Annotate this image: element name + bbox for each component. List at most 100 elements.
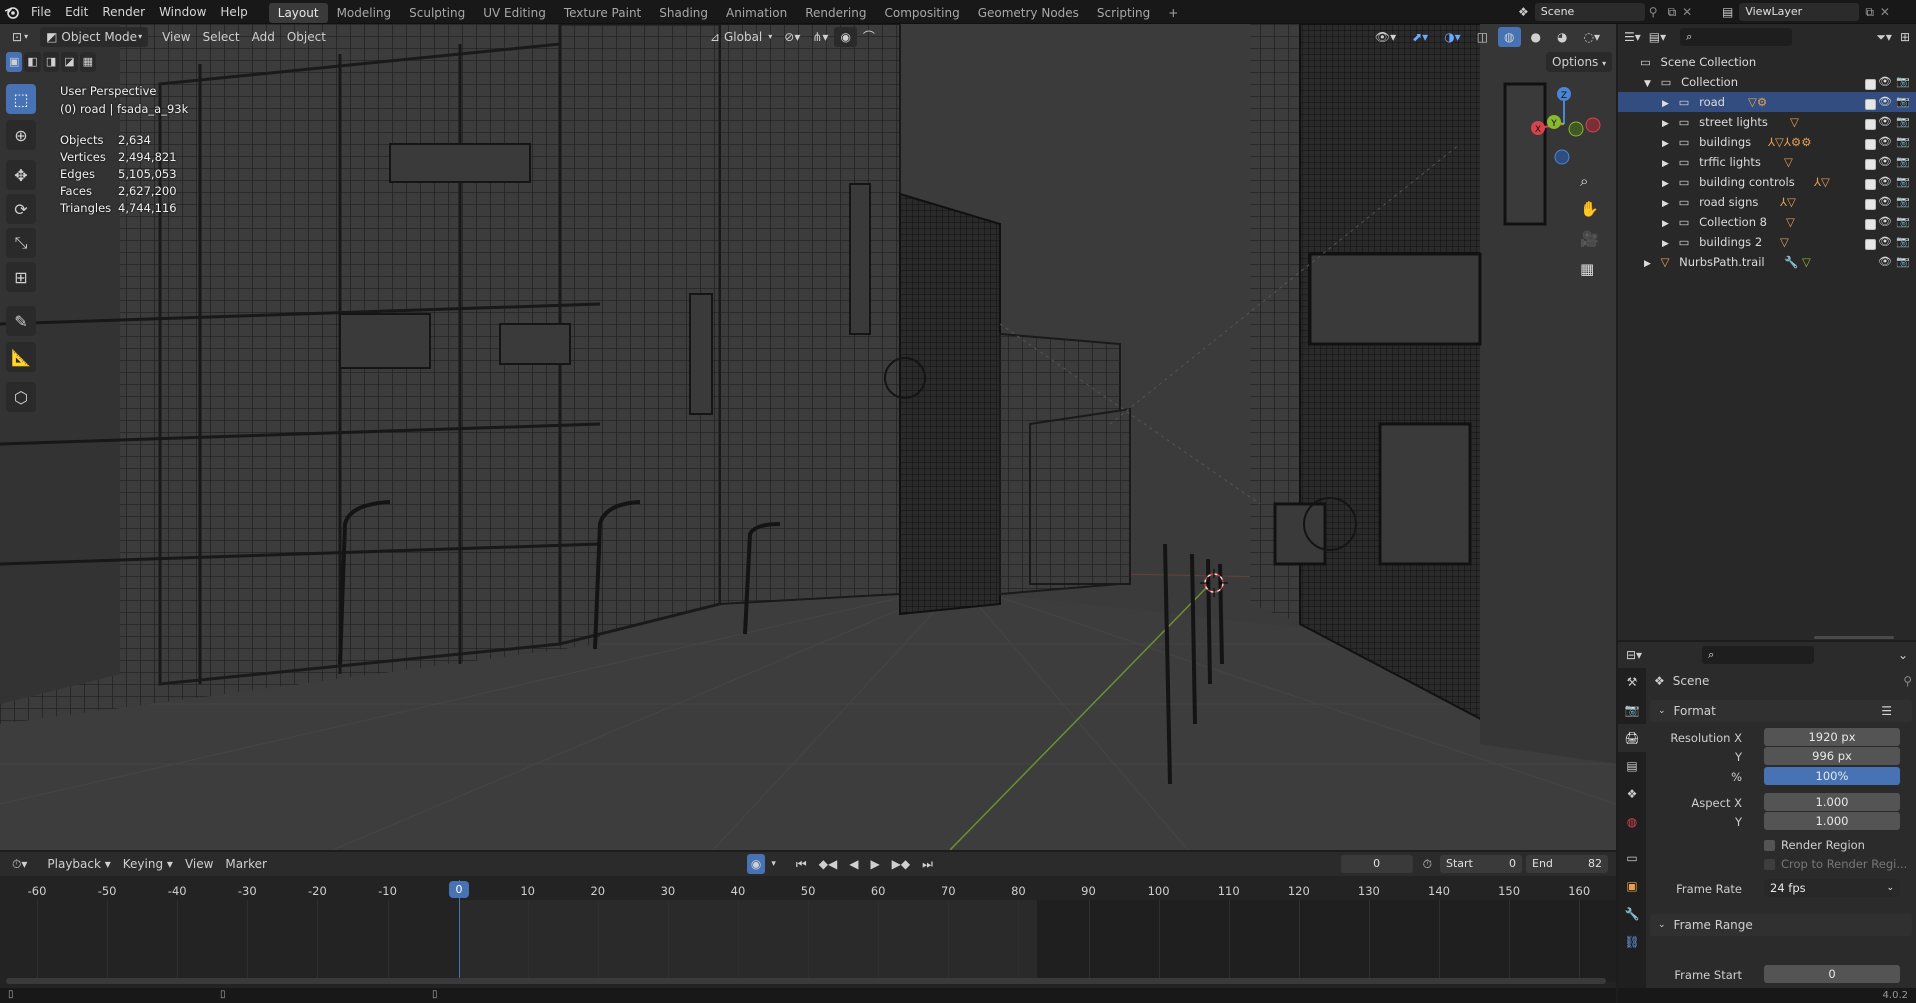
expand-down-icon[interactable]: ▼ [1644,79,1651,89]
rotate-tool-icon[interactable]: ⟳ [6,194,36,224]
scene-selector[interactable]: ❖ Scene ⚲ ⧉ ✕ [1518,2,1692,22]
new-collection-icon[interactable]: ⊞ [1900,30,1910,44]
next-keyframe-icon[interactable]: ▶◆ [886,854,916,874]
eye-icon[interactable]: 👁 [1878,112,1892,132]
rendered-shading-icon[interactable]: ◌▾ [1578,27,1607,47]
select-intersect-icon[interactable]: ▦ [79,52,97,72]
playhead-frame-indicator[interactable]: 0 [449,881,469,898]
menu-render[interactable]: Render [95,0,152,24]
view-layer-selector[interactable]: ▤ ViewLayer ⧉ ✕ [1722,2,1890,22]
properties-editor-icon[interactable]: ⊟▾ [1626,648,1642,662]
display-mode-icon[interactable]: ▤▾ [1649,30,1666,44]
object-tab-icon[interactable]: ▣ [1618,872,1646,900]
material-shading-icon[interactable]: ◕ [1551,27,1573,47]
jump-start-icon[interactable]: ⏮ [790,854,813,874]
timeline-editor-icon[interactable]: ⏱▾ [6,854,33,874]
close-icon[interactable]: ✕ [1880,5,1890,19]
outliner-item-street-lights[interactable]: ▶ ▭ street lights ▽ 👁 📷 [1618,112,1916,132]
presets-icon[interactable]: ☰ [1881,704,1892,718]
scene-name-field[interactable]: Scene [1534,3,1645,21]
new-view-layer-icon[interactable]: ⧉ [1865,5,1874,20]
transform-orientation-dropdown[interactable]: ⊿ Global ▾ [704,27,778,47]
expand-right-icon[interactable]: ▶ [1662,99,1669,109]
pin-icon[interactable]: ⚲ [1903,674,1912,688]
expand-right-icon[interactable]: ▶ [1662,239,1669,249]
outliner-item-building-controls[interactable]: ▶ ▭ building controls ⅄▽ 👁 📷 [1618,172,1916,192]
view-layer-tab-icon[interactable]: ▤ [1618,752,1646,780]
tab-geometry-nodes[interactable]: Geometry Nodes [969,3,1088,23]
render-camera-icon[interactable]: 📷 [1896,152,1910,172]
visibility-icon[interactable]: 👁▾ [1369,27,1402,47]
select-subtract-icon[interactable]: ◨ [42,52,60,72]
expand-right-icon[interactable]: ▶ [1662,159,1669,169]
outliner-item-road-signs[interactable]: ▶ ▭ road signs ⅄▽ 👁 📷 [1618,192,1916,212]
add-cube-tool-icon[interactable]: ⬡ [6,382,36,412]
menu-marker[interactable]: Marker [219,854,272,874]
xray-icon[interactable]: ◫ [1471,27,1494,47]
scale-tool-icon[interactable]: ⤡ [6,228,36,258]
menu-keying[interactable]: Keying ▾ [117,854,179,874]
3d-viewport[interactable] [0,24,1616,850]
scene-tab-icon[interactable]: ❖ [1618,780,1646,808]
add-workspace-button[interactable]: + [1159,3,1187,23]
pivot-icon[interactable]: ⊘▾ [778,27,806,47]
render-camera-icon[interactable]: 📷 [1896,112,1910,132]
current-frame-field[interactable]: 0 [1340,855,1413,873]
tab-animation[interactable]: Animation [717,3,796,23]
preview-range-icon[interactable]: ⏱ [1417,854,1438,874]
move-tool-icon[interactable]: ✥ [6,160,36,190]
expand-right-icon[interactable]: ▶ [1644,259,1651,269]
falloff-icon[interactable]: ⌒ [857,27,881,47]
collection-row[interactable]: ▼ ▭ Collection 👁 📷 [1618,72,1916,92]
expand-right-icon[interactable]: ▶ [1662,199,1669,209]
transform-tool-icon[interactable]: ⊞ [6,262,36,292]
crop-region-checkbox[interactable]: Crop to Render Regi... [1764,855,1907,873]
keying-dropdown-icon[interactable]: ▾ [765,854,782,874]
modifier-tab-icon[interactable]: 🔧 [1618,900,1646,928]
output-tab-icon[interactable]: 🖨 [1618,724,1646,752]
menu-select[interactable]: Select [197,27,246,47]
frame-start-field[interactable]: 0 [1764,965,1900,983]
checkbox-box[interactable] [1764,858,1775,870]
jump-end-icon[interactable]: ⏭ [916,854,939,874]
play-reverse-icon[interactable]: ◀ [843,854,864,874]
new-scene-icon[interactable]: ⧉ [1668,5,1677,20]
expand-right-icon[interactable]: ▶ [1662,139,1669,149]
timeline-scrollbar[interactable] [6,978,1606,984]
measure-tool-icon[interactable]: 📐 [6,342,36,372]
select-new-icon[interactable]: ▣ [6,52,23,72]
end-frame-field[interactable]: End 82 [1526,855,1608,873]
tab-rendering[interactable]: Rendering [796,3,875,23]
solid-shading-icon[interactable]: ● [1525,27,1547,47]
render-camera-icon[interactable]: 📷 [1896,252,1910,272]
render-region-checkbox[interactable]: Render Region [1764,836,1865,854]
tab-texture-paint[interactable]: Texture Paint [555,3,650,23]
expand-right-icon[interactable]: ▶ [1662,219,1669,229]
menu-file[interactable]: File [24,0,58,24]
options-dropdown[interactable]: Options ▾ [1546,52,1613,72]
annotate-tool-icon[interactable]: ✎ [6,306,36,336]
expand-right-icon[interactable]: ▶ [1662,179,1669,189]
perspective-grid-icon[interactable]: ▦ [1580,260,1594,278]
select-box-tool-icon[interactable]: ⬚ [6,84,36,114]
prev-keyframe-icon[interactable]: ◆◀ [813,854,843,874]
resolution-percent-slider[interactable]: 100% [1764,767,1900,785]
format-panel-header[interactable]: ⌄ Format ☰ [1650,700,1912,722]
outliner-item-traffic-lights[interactable]: ▶ ▭ trffic lights ▽ 👁 📷 [1618,152,1916,172]
wireframe-shading-icon[interactable]: ◍ [1498,27,1521,47]
zoom-icon[interactable]: ⌕ [1580,172,1588,190]
outliner-item-collection-8[interactable]: ▶ ▭ Collection 8 ▽ 👁 📷 [1618,212,1916,232]
collection-tab-icon[interactable]: ▭ [1618,844,1646,872]
close-icon[interactable]: ✕ [1682,5,1692,19]
scene-collection-row[interactable]: ▭ Scene Collection [1618,52,1916,72]
resolution-y-field[interactable]: 996 px [1764,747,1900,765]
frame-range-panel-header[interactable]: ⌄ Frame Range [1650,914,1912,936]
frame-rate-dropdown[interactable]: 24 fps ⌄ [1764,879,1900,897]
outliner-scrollbar[interactable] [1814,636,1894,639]
menu-window[interactable]: Window [152,0,213,24]
eye-icon[interactable]: 👁 [1878,212,1892,232]
view-layer-name-field[interactable]: ViewLayer [1739,3,1860,21]
tab-scripting[interactable]: Scripting [1088,3,1159,23]
aspect-x-field[interactable]: 1.000 [1764,793,1900,811]
filter-icon[interactable]: ⏷▾ [1876,30,1892,45]
